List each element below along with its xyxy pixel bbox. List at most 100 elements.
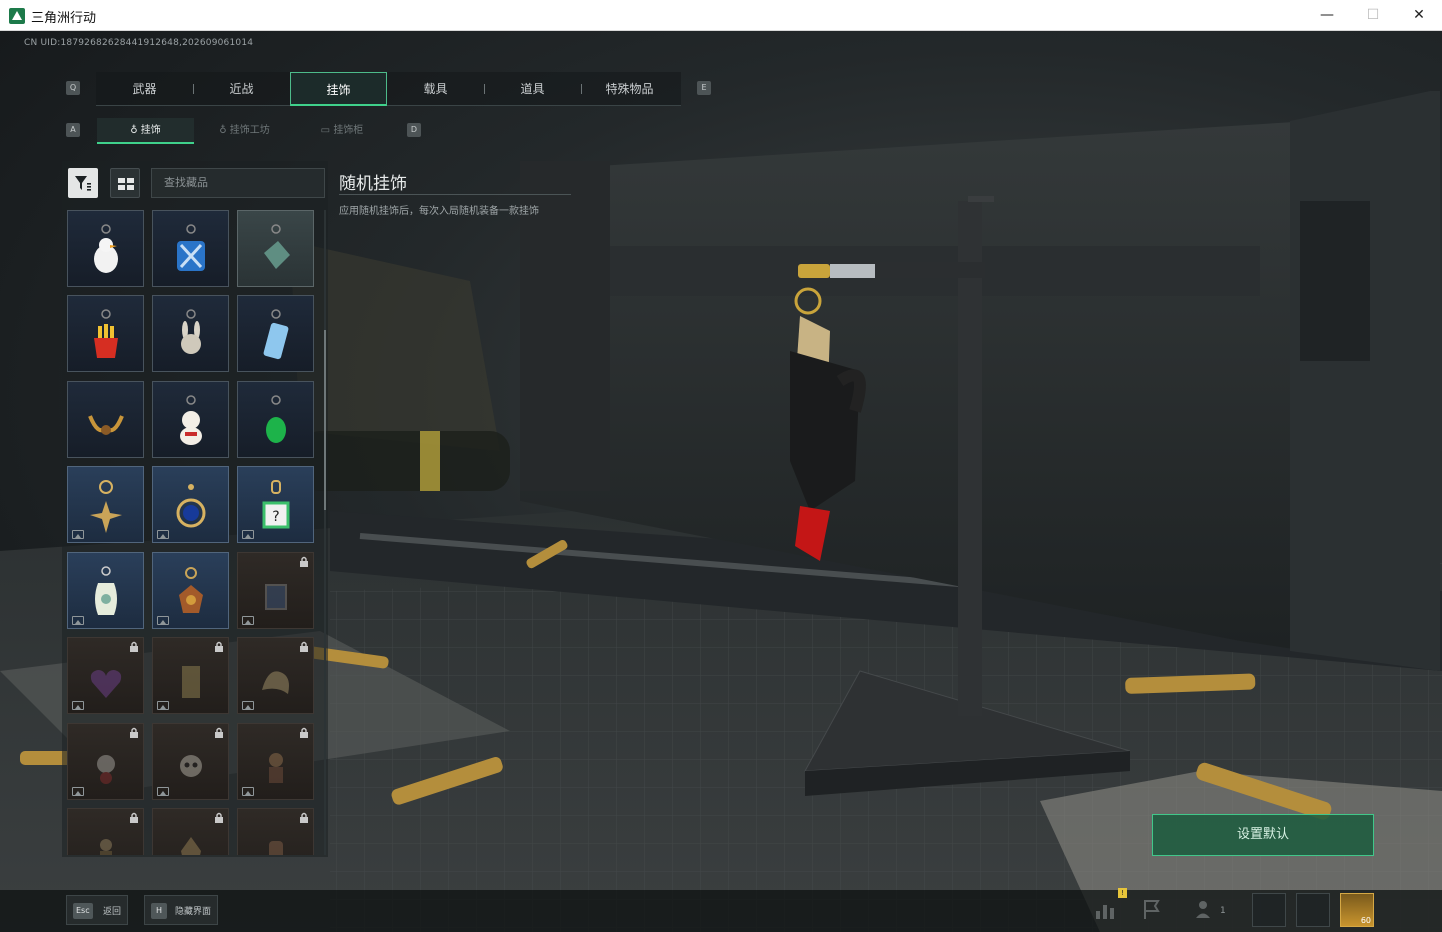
charm-tile-lucky-cat[interactable] [152,381,229,458]
charm-tile-warrior[interactable] [152,808,229,855]
tab-items[interactable]: 道具 [484,72,581,106]
grid-view-icon [118,178,134,190]
subtab-charms[interactable]: ♁ 挂饰 [97,118,194,144]
lock-icon [130,641,138,652]
image-icon [72,787,84,796]
lock-icon [130,812,138,823]
charm-tile-green-card[interactable] [237,210,314,287]
subtab-label: 挂饰柜 [333,125,364,136]
fries-charm-icon [93,309,118,358]
subtab-charm-workshop[interactable]: ♁ 挂饰工坊 [197,118,292,144]
charm-tile-rose-figure[interactable] [67,723,144,800]
star-pendant-charm-icon [89,480,122,533]
charm-tile-blue-cross[interactable] [152,210,229,287]
stats-icon[interactable] [1093,897,1117,921]
frame-charm-icon [264,584,287,610]
subtab-charm-cabinet[interactable]: ▭ 挂饰柜 [297,118,387,144]
rabbit-charm-icon [180,309,201,354]
prev-subtab-key-hint: A [66,123,80,137]
grid-view-button[interactable] [110,168,140,198]
rose-figure-charm-icon [96,755,115,784]
detail-divider [339,194,571,195]
charm-tile-locked-frame[interactable] [237,552,314,629]
image-icon [157,530,169,539]
image-icon [242,530,254,539]
tab-weapons[interactable]: 武器 [96,72,193,106]
image-icon [157,701,169,710]
duck-charm-icon [93,224,118,273]
charm-tile-phone[interactable] [237,295,314,372]
lock-icon [300,812,308,823]
flag-icon[interactable] [1140,897,1164,921]
charm-tile-gold-card[interactable] [152,637,229,714]
close-button[interactable]: ✕ [1396,0,1442,31]
svg-text:?: ? [272,509,279,525]
back-button[interactable]: Esc 返回 [66,895,128,925]
image-icon [242,701,254,710]
set-default-button[interactable]: 设置默认 [1152,814,1374,856]
charm-tile-dragon[interactable] [237,637,314,714]
friends-icon[interactable] [1194,897,1218,921]
soldier-charm-icon [99,839,112,855]
charm-tile-antlers[interactable] [67,381,144,458]
next-subtab-key-hint: D [407,123,421,137]
purple-heart-charm-icon [90,670,121,698]
green-card-charm-icon [263,224,290,269]
charm-tile-purple-heart[interactable] [67,637,144,714]
team-slot-1[interactable] [1252,893,1286,927]
charm-tile-star-pendant[interactable] [67,466,144,543]
app-logo-icon [9,8,25,24]
green-egg-charm-icon [265,395,286,443]
subtabs: ♁ 挂饰 ♁ 挂饰工坊 ▭ 挂饰柜 [97,118,387,144]
charm-tile-bronze-medal[interactable] [152,552,229,629]
player-level: 60 [1360,916,1371,925]
blue-orb-charm-icon [176,484,205,528]
tab-vehicles[interactable]: 载具 [387,72,484,106]
skull-charm-icon [179,755,202,777]
lock-icon [130,727,138,738]
tab-special-items[interactable]: 特殊物品 [581,72,678,106]
grid-scrollbar[interactable] [324,210,326,855]
image-icon [157,616,169,625]
lock-icon [300,727,308,738]
player-uid: CN UID:1879268262844191264​8,20260906101… [24,38,254,48]
esc-key-hint: Esc [73,903,93,919]
charm-tile-duck[interactable] [67,210,144,287]
hide-ui-button[interactable]: H 隐藏界面 [144,895,218,925]
hide-ui-label: 隐藏界面 [175,907,212,917]
charm-tile-fries[interactable] [67,295,144,372]
charm-icon: ♁ [219,125,230,136]
charm-tile-green-egg[interactable] [237,381,314,458]
charm-tile-blue-orb[interactable] [152,466,229,543]
maximize-button[interactable]: ☐ [1350,0,1396,31]
h-key-hint: H [151,903,167,919]
scrollbar-thumb[interactable] [324,330,326,510]
minimize-button[interactable]: — [1304,0,1350,31]
bronze-medal-charm-icon [178,567,203,613]
image-icon [72,701,84,710]
filter-button[interactable] [68,168,98,198]
player-avatar[interactable]: 60 [1340,893,1374,927]
team-slot-2[interactable] [1296,893,1330,927]
lock-icon [300,641,308,652]
tab-melee[interactable]: 近战 [193,72,290,106]
charm-tile-skull[interactable] [152,723,229,800]
charm-tile-lantern[interactable] [237,808,314,855]
charm-tile-soldier[interactable] [67,808,144,855]
notification-badge: ! [1118,888,1127,898]
image-icon [242,787,254,796]
lantern-charm-icon [268,841,283,855]
image-icon [72,616,84,625]
category-tabs: 武器 近战 挂饰 载具 道具 特殊物品 [96,72,681,106]
tab-charms[interactable]: 挂饰 [290,72,387,106]
charm-tile-rabbit[interactable] [152,295,229,372]
prev-tab-key-hint: Q [66,81,80,95]
image-icon [72,530,84,539]
cabinet-icon: ▭ [320,125,334,136]
charm-icon: ♁ [130,125,141,136]
charm-tile-ornate-vase[interactable] [67,552,144,629]
search-input[interactable]: 查找藏品 [151,168,325,198]
subtab-label: 挂饰工坊 [229,125,270,136]
charm-tile-doll[interactable] [237,723,314,800]
charm-tile-square-tag[interactable]: ? [237,466,314,543]
